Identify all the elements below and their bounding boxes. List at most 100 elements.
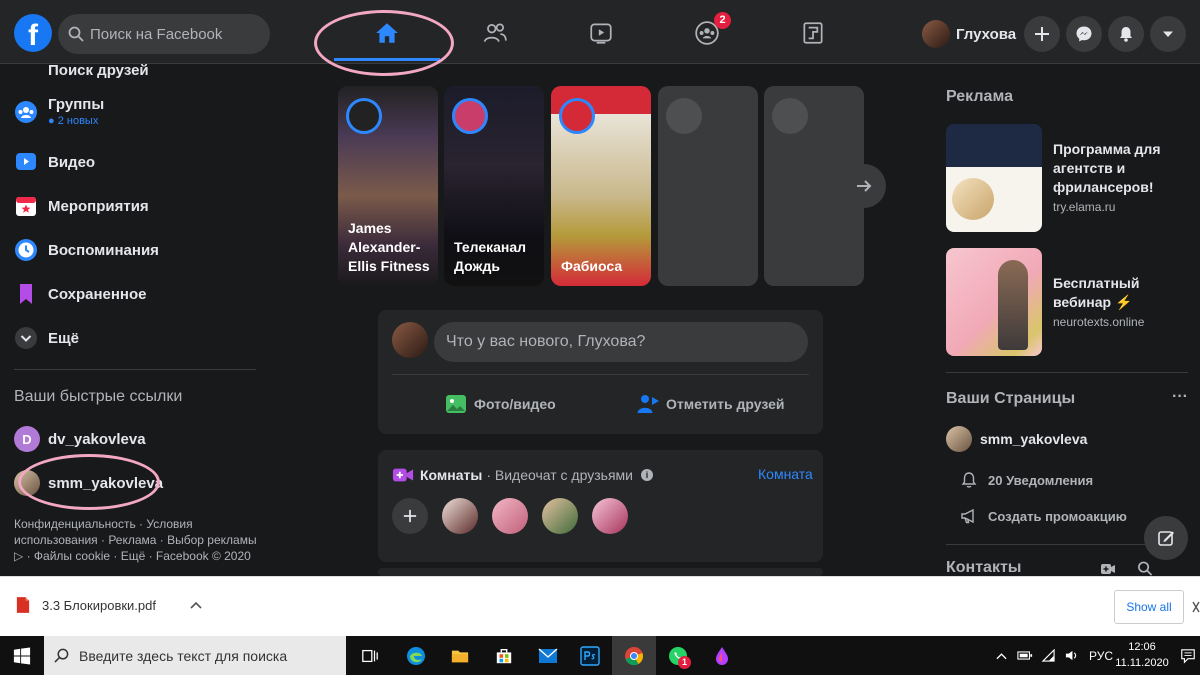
- create-room-button[interactable]: [392, 498, 428, 534]
- clock-date: 11.11.2020: [1115, 657, 1169, 669]
- edge-browser-icon[interactable]: [404, 644, 428, 668]
- chevron-up-icon[interactable]: [996, 652, 1007, 660]
- pages-more-button[interactable]: ···: [1172, 388, 1188, 406]
- new-message-button[interactable]: [1144, 516, 1188, 560]
- story-author: Телеканал Дождь: [454, 239, 527, 274]
- video-chat-icon: [392, 468, 414, 482]
- online-friend-avatar[interactable]: [592, 498, 628, 534]
- notifications-button[interactable]: [1108, 16, 1144, 52]
- tag-friends-label: Отметить друзей: [666, 396, 785, 412]
- footer-links[interactable]: Конфиденциальность · Условия использован…: [14, 516, 264, 564]
- stories-next-button[interactable]: [842, 164, 886, 208]
- online-friend-avatar[interactable]: [492, 498, 528, 534]
- ads-title: Реклама: [946, 88, 1013, 105]
- promotion-label: Создать промоакцию: [988, 508, 1127, 524]
- clock-time: 12:06: [1128, 641, 1156, 653]
- rooms-subtitle: · Видеочат с друзьями: [486, 467, 633, 483]
- download-filename: 3.3 Блокировки.pdf: [42, 597, 156, 613]
- windows-logo-icon: [13, 647, 31, 665]
- new-room-icon[interactable]: [1100, 561, 1116, 576]
- friends-icon: [483, 23, 507, 42]
- store-icon[interactable]: [492, 644, 516, 668]
- sidebar-item-saved[interactable]: Сохраненное: [14, 282, 147, 306]
- tab-friends[interactable]: [440, 8, 550, 58]
- online-friend-avatar[interactable]: [442, 498, 478, 534]
- compose-icon: [1158, 531, 1174, 546]
- bell-icon: [1120, 27, 1132, 42]
- messenger-icon: [1076, 26, 1092, 42]
- sidebar-item-events[interactable]: Мероприятия: [14, 194, 149, 218]
- story-card[interactable]: James Alexander-Ellis Fitness: [338, 86, 438, 286]
- story-avatar-placeholder: [666, 98, 702, 134]
- close-icon[interactable]: [1192, 601, 1200, 613]
- create-promotion[interactable]: Создать промоакцию: [960, 507, 1127, 525]
- photo-icon: [446, 395, 466, 413]
- clock[interactable]: 12:06 11.11.2020: [1114, 639, 1170, 671]
- composer-input[interactable]: Что у вас нового, Глухова?: [434, 322, 808, 362]
- shortcut-dv-yakovleva[interactable]: D dv_yakovleva: [14, 426, 146, 452]
- tag-friends-button[interactable]: Отметить друзей: [636, 392, 785, 416]
- messenger-button[interactable]: [1066, 16, 1102, 52]
- profile-chip[interactable]: Глухова: [922, 16, 1016, 52]
- file-explorer-icon[interactable]: [448, 644, 472, 668]
- taskbar-search[interactable]: Введите здесь текст для поиска: [44, 636, 346, 675]
- ad-image[interactable]: [946, 124, 1042, 232]
- action-center-icon[interactable]: [1176, 644, 1200, 668]
- plus-icon: [1035, 27, 1049, 41]
- ad-domain: try.elama.ru: [1053, 200, 1116, 214]
- tab-watch[interactable]: [546, 8, 656, 58]
- online-friend-avatar[interactable]: [542, 498, 578, 534]
- mail-icon[interactable]: [536, 644, 560, 668]
- windows-start-button[interactable]: [10, 644, 34, 668]
- task-view-icon[interactable]: [358, 644, 382, 668]
- shortcuts-title: Ваши быстрые ссылки: [14, 388, 183, 405]
- facebook-logo[interactable]: f: [14, 14, 52, 52]
- sidebar-item-label: Ещё: [48, 329, 80, 347]
- create-button[interactable]: [1024, 16, 1060, 52]
- download-item[interactable]: 3.3 Блокировки.pdf: [16, 596, 202, 614]
- ad-domain: neurotexts.online: [1053, 315, 1145, 329]
- sidebar-item-label: Видео: [48, 153, 96, 171]
- chevron-up-icon[interactable]: [190, 601, 202, 609]
- speaker-icon[interactable]: [1064, 649, 1079, 662]
- search-icon: [68, 26, 84, 42]
- whatsapp-icon[interactable]: 1: [666, 644, 691, 669]
- sidebar-item-video[interactable]: Видео: [14, 150, 95, 174]
- tab-gaming[interactable]: [758, 8, 868, 58]
- search-input[interactable]: [90, 25, 260, 43]
- photoshop-icon[interactable]: [578, 644, 602, 668]
- droplet-app-icon[interactable]: [710, 644, 734, 668]
- chrome-icon[interactable]: [622, 644, 646, 668]
- rooms-card: Комнаты · Видеочат с друзьями i Комната: [378, 450, 823, 562]
- story-card[interactable]: Телеканал Дождь: [444, 86, 544, 286]
- search-icon: [54, 648, 69, 663]
- shortcut-highlight-circle: [18, 454, 160, 510]
- photo-video-button[interactable]: Фото/видео: [444, 392, 556, 416]
- show-all-button[interactable]: Show all: [1114, 590, 1184, 624]
- ad-title[interactable]: Программа для агентств и фрилансеров!: [1053, 140, 1193, 197]
- find-friends-icon: [14, 58, 38, 82]
- sidebar-item-memories[interactable]: Воспоминания: [14, 238, 159, 262]
- search-box[interactable]: [58, 14, 270, 54]
- info-icon[interactable]: i: [640, 469, 653, 481]
- ad-photo: [998, 260, 1028, 350]
- wifi-icon[interactable]: [1041, 649, 1056, 662]
- story-card[interactable]: Фабиоса: [551, 86, 651, 286]
- contacts-search-icon[interactable]: [1137, 561, 1153, 576]
- sidebar-item-label: Сохраненное: [48, 285, 147, 303]
- battery-icon[interactable]: [1017, 650, 1033, 661]
- page-item[interactable]: smm_yakovleva: [946, 426, 1087, 452]
- ad-title[interactable]: Бесплатный вебинар ⚡: [1053, 274, 1193, 312]
- sidebar-item-find-friends[interactable]: Поиск друзей: [14, 58, 149, 82]
- taskbar-search-placeholder: Введите здесь текст для поиска: [79, 647, 288, 664]
- account-menu-button[interactable]: [1150, 16, 1186, 52]
- next-post-card: [378, 568, 823, 576]
- sidebar-item-more[interactable]: Ещё: [14, 326, 79, 350]
- input-language[interactable]: РУС: [1089, 649, 1113, 663]
- create-room-link[interactable]: Комната: [758, 466, 813, 482]
- tab-groups[interactable]: 2: [652, 8, 762, 58]
- story-avatar: [346, 98, 382, 134]
- page-notifications[interactable]: 20 Уведомления: [960, 471, 1093, 489]
- ad-image[interactable]: [946, 248, 1042, 356]
- sidebar-item-groups[interactable]: Группы ● 2 новых: [14, 96, 104, 127]
